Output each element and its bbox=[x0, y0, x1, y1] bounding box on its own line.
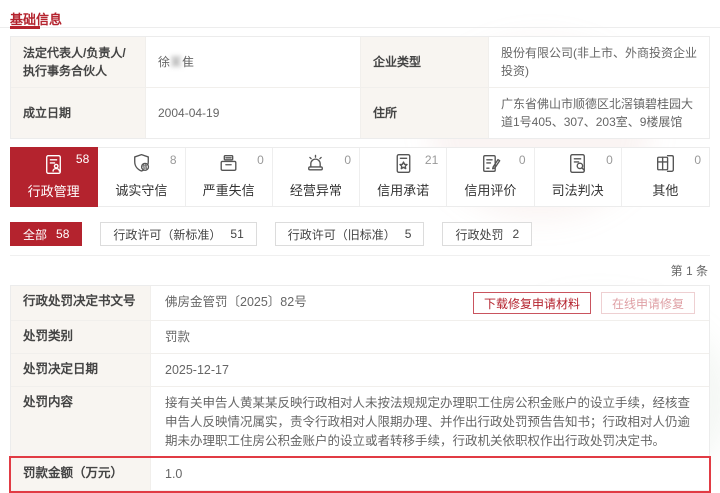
filter-bar: 全部 58 行政许可（新标准） 51 行政许可（旧标准） 5 行政处罚 2 bbox=[10, 222, 710, 246]
tab-credit-commitment[interactable]: 21 信用承诺 bbox=[360, 148, 447, 206]
enterprise-type-value: 股份有限公司(非上市、外商投资企业投资) bbox=[489, 37, 709, 88]
fine-amount-value: 1.0 bbox=[165, 464, 695, 484]
row-penalty-category: 处罚类别 罚款 bbox=[11, 321, 709, 354]
tab-honesty[interactable]: 8 信 诚实守信 bbox=[98, 148, 185, 206]
alarm-icon bbox=[303, 151, 328, 176]
tab-label: 司法判决 bbox=[552, 180, 604, 199]
tab-count: 0 bbox=[257, 153, 264, 167]
doc-star-icon bbox=[391, 151, 416, 176]
tab-label: 诚实守信 bbox=[115, 180, 167, 199]
filter-count: 5 bbox=[405, 227, 412, 241]
tab-business-abnormal[interactable]: 0 经营异常 bbox=[273, 148, 360, 206]
row-penalty-doc-number: 行政处罚决定书文号 佛房金管罚〔2025〕82号 下载修复申请材料 在线申请修复 bbox=[11, 286, 709, 321]
filter-admin-penalty[interactable]: 行政处罚 2 bbox=[442, 222, 532, 246]
filter-all[interactable]: 全部 58 bbox=[10, 222, 82, 246]
penalty-date-value: 2025-12-17 bbox=[165, 360, 695, 380]
address-value: 广东省佛山市顺德区北滘镇碧桂园大道1号405、307、203室、9楼展馆 bbox=[489, 88, 709, 138]
tab-count: 0 bbox=[694, 153, 701, 167]
legal-rep-label: 法定代表人/负责人/执行事务合伙人 bbox=[11, 37, 146, 88]
tab-count: 58 bbox=[76, 152, 89, 166]
doc-person-icon bbox=[41, 152, 66, 177]
grid-doc-icon bbox=[653, 151, 678, 176]
tab-label: 经营异常 bbox=[290, 180, 342, 199]
row-fine-amount: 罚款金额（万元） 1.0 bbox=[11, 458, 709, 491]
section-title-basic-info: 基础信息 bbox=[10, 0, 710, 27]
tab-label: 行政管理 bbox=[28, 181, 80, 200]
doc-edit-icon bbox=[478, 151, 503, 176]
tab-count: 8 bbox=[170, 153, 177, 167]
doc-magnifier-icon bbox=[565, 151, 590, 176]
row-penalty-date: 处罚决定日期 2025-12-17 bbox=[11, 354, 709, 387]
tab-admin-management[interactable]: 58 行政管理 bbox=[10, 147, 98, 207]
shield-badge-icon: 信 bbox=[129, 151, 154, 176]
tab-other[interactable]: 0 其他 bbox=[622, 148, 709, 206]
penalty-category-value: 罚款 bbox=[165, 327, 695, 347]
basic-info-table: 法定代表人/负责人/执行事务合伙人 徐某隹 企业类型 股份有限公司(非上市、外商… bbox=[10, 36, 710, 139]
filter-admin-license-old[interactable]: 行政许可（旧标准） 5 bbox=[275, 222, 425, 246]
establish-date-value: 2004-04-19 bbox=[146, 88, 361, 138]
penalty-doc-number-value: 佛房金管罚〔2025〕82号 bbox=[165, 292, 461, 312]
filter-count: 2 bbox=[512, 227, 519, 241]
tab-label: 其他 bbox=[652, 180, 678, 199]
category-tabs: 58 行政管理 8 信 诚实守信 0 bbox=[10, 147, 710, 207]
tab-label: 信用承诺 bbox=[377, 180, 429, 199]
page: 基础信息 法定代表人/负责人/执行事务合伙人 徐某隹 企业类型 股份有限公司(非… bbox=[0, 0, 720, 493]
tab-count: 0 bbox=[606, 153, 613, 167]
tab-label: 严重失信 bbox=[203, 180, 255, 199]
tab-credit-evaluation[interactable]: 0 信用评价 bbox=[447, 148, 534, 206]
penalty-detail-table: 行政处罚决定书文号 佛房金管罚〔2025〕82号 下载修复申请材料 在线申请修复… bbox=[10, 285, 710, 493]
download-repair-material-button[interactable]: 下载修复申请材料 bbox=[473, 292, 591, 314]
tab-count: 0 bbox=[519, 153, 526, 167]
tab-count: 0 bbox=[344, 153, 351, 167]
establish-date-label: 成立日期 bbox=[11, 88, 146, 138]
filter-count: 58 bbox=[56, 227, 69, 241]
address-label: 住所 bbox=[361, 88, 489, 138]
masked-name: 某 bbox=[170, 53, 182, 71]
tab-judicial-judgment[interactable]: 0 司法判决 bbox=[535, 148, 622, 206]
online-repair-button[interactable]: 在线申请修复 bbox=[601, 292, 695, 314]
blacklist-box-icon bbox=[216, 151, 241, 176]
row-penalty-content: 处罚内容 接有关申告人黄某某反映行政相对人未按法规规定办理职工住房公积金账户的设… bbox=[11, 387, 709, 458]
penalty-content-value: 接有关申告人黄某某反映行政相对人未按法规规定办理职工住房公积金账户的设立手续，经… bbox=[165, 393, 695, 451]
filter-count: 51 bbox=[230, 227, 243, 241]
section-divider bbox=[0, 27, 720, 28]
title-underline bbox=[10, 26, 40, 29]
item-index: 第 1 条 bbox=[10, 255, 710, 285]
svg-text:信: 信 bbox=[142, 164, 147, 171]
tab-count: 21 bbox=[425, 153, 438, 167]
enterprise-type-label: 企业类型 bbox=[361, 37, 489, 88]
tab-serious-dishonesty[interactable]: 0 严重失信 bbox=[186, 148, 273, 206]
legal-rep-value: 徐某隹 bbox=[146, 37, 361, 88]
tab-label: 信用评价 bbox=[464, 180, 516, 199]
filter-admin-license-new[interactable]: 行政许可（新标准） 51 bbox=[100, 222, 256, 246]
